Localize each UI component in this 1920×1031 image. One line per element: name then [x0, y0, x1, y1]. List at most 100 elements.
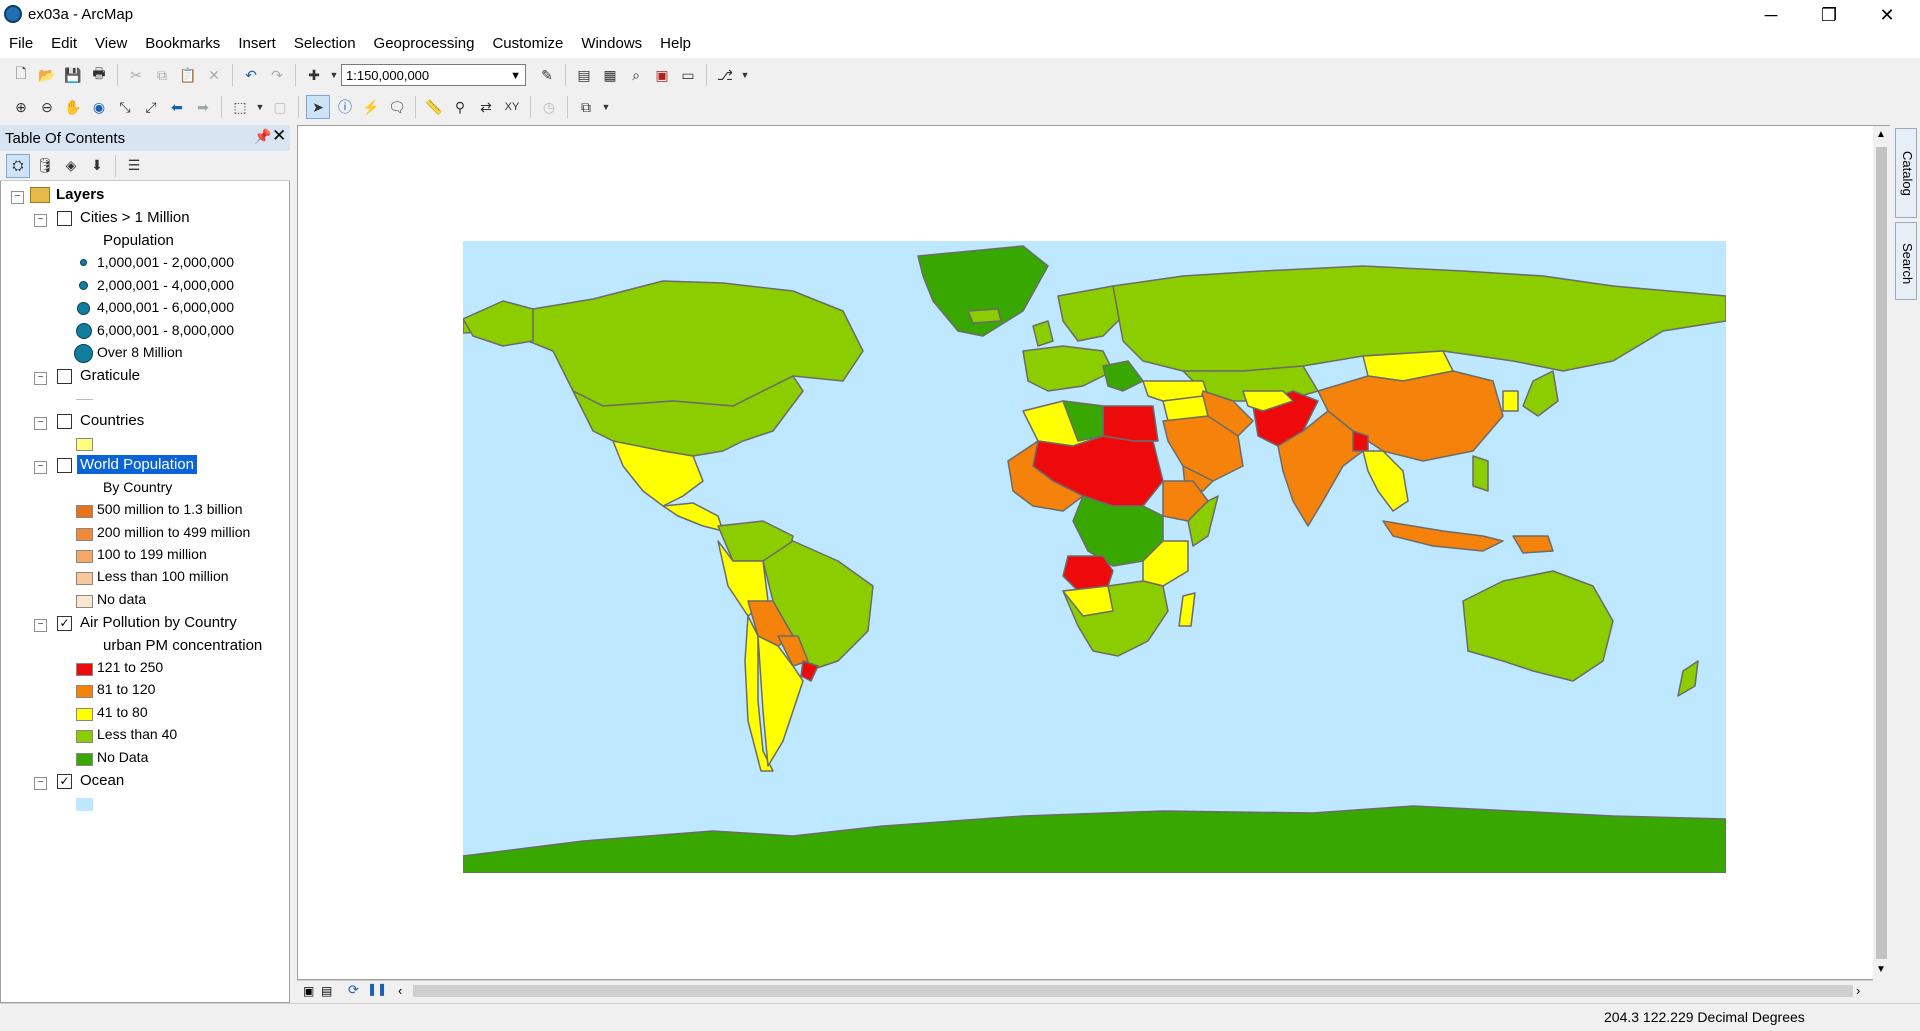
full-extent-globe-icon[interactable]: ◉	[88, 96, 110, 118]
world-population-visibility-checkbox[interactable]	[57, 458, 72, 473]
python-window-icon[interactable]: ▭	[677, 64, 699, 86]
pin-icon[interactable]: 📌	[254, 128, 271, 145]
list-by-visibility-icon[interactable]: ◈	[60, 155, 82, 177]
minimize-button[interactable]: ─	[1742, 0, 1800, 30]
air-pollution-visibility-checkbox[interactable]: ✓	[57, 616, 72, 631]
refresh-icon[interactable]: ⟳	[348, 982, 359, 998]
print-icon[interactable]: 🖶	[88, 64, 110, 86]
html-popup-icon[interactable]: 🗨	[386, 96, 408, 118]
select-features-icon[interactable]: ⬚	[229, 96, 251, 118]
layout-view-icon[interactable]: ▤	[321, 984, 332, 998]
chevron-down-icon[interactable]: ▼	[329, 64, 339, 86]
fixed-zoom-in-icon[interactable]: ⤡	[114, 96, 136, 118]
collapse-air-pollution-icon[interactable]: −	[34, 619, 47, 632]
list-by-selection-icon[interactable]: ⬇	[86, 155, 108, 177]
search-tab[interactable]: Search	[1895, 222, 1917, 300]
toolbar-options-icon[interactable]: ▼	[740, 64, 750, 86]
redo-icon[interactable]: ↷	[266, 64, 288, 86]
menu-geoprocessing[interactable]: Geoprocessing	[365, 30, 484, 58]
menu-file[interactable]: File	[0, 30, 42, 58]
table-of-contents-icon[interactable]: ▤	[573, 64, 595, 86]
menu-help[interactable]: Help	[651, 30, 700, 58]
catalog-tab[interactable]: Catalog	[1895, 128, 1917, 218]
layer-name-cities[interactable]: Cities > 1 Million	[80, 209, 190, 226]
clear-selection-icon[interactable]: ▢	[269, 96, 291, 118]
restore-button[interactable]: ❐	[1800, 0, 1858, 30]
paste-icon[interactable]: 📋	[177, 64, 199, 86]
create-viewer-window-icon[interactable]: ⧉	[575, 96, 597, 118]
menu-bookmarks[interactable]: Bookmarks	[136, 30, 229, 58]
map-scale-combobox[interactable]: 1:150,000,000 ▼	[341, 64, 526, 86]
scroll-down-icon[interactable]: ▼	[1876, 964, 1886, 975]
graticule-visibility-checkbox[interactable]	[57, 369, 72, 384]
go-to-xy-icon[interactable]: XY	[501, 96, 523, 118]
list-by-source-icon[interactable]: 🛢	[34, 155, 56, 177]
toc-layers-root[interactable]: Layers	[56, 186, 104, 203]
modelbuilder-icon[interactable]: ⎇	[714, 64, 736, 86]
forward-arrow-icon[interactable]: ➡	[192, 96, 214, 118]
cities-visibility-checkbox[interactable]	[57, 211, 72, 226]
editor-toolbar-icon[interactable]: ✎	[536, 64, 558, 86]
population-class-swatch	[76, 505, 93, 518]
chevron-down-icon[interactable]: ▼	[255, 96, 265, 118]
collapse-cities-icon[interactable]: −	[34, 214, 47, 227]
menu-insert[interactable]: Insert	[229, 30, 285, 58]
ocean-visibility-checkbox[interactable]: ✓	[57, 774, 72, 789]
horizontal-scroll-thumb[interactable]	[413, 985, 1853, 997]
search-window-icon[interactable]: ⌕	[625, 64, 647, 86]
layer-name-ocean[interactable]: Ocean	[80, 772, 124, 789]
find-binoculars-icon[interactable]: ⚲	[449, 96, 471, 118]
layer-name-air-pollution[interactable]: Air Pollution by Country	[80, 614, 237, 631]
zoom-out-icon[interactable]: ⊖	[36, 96, 58, 118]
vertical-scroll-thumb[interactable]	[1876, 147, 1887, 959]
arctoolbox-icon[interactable]: ▣	[651, 64, 673, 86]
time-slider-icon[interactable]: ◷	[538, 96, 560, 118]
measure-icon[interactable]: 📏	[423, 96, 445, 118]
collapse-layers-icon[interactable]: −	[11, 191, 24, 204]
pause-drawing-icon[interactable]: ❚❚	[367, 982, 387, 996]
select-elements-pointer-icon[interactable]: ➤	[306, 95, 330, 119]
data-view-icon[interactable]: ▣	[303, 984, 314, 998]
menu-windows[interactable]: Windows	[572, 30, 651, 58]
pan-hand-icon[interactable]: ✋	[62, 96, 84, 118]
toc-options-icon[interactable]: ☰	[123, 155, 145, 177]
open-folder-icon[interactable]: 📂	[36, 64, 58, 86]
collapse-countries-icon[interactable]: −	[34, 417, 47, 430]
layer-name-countries[interactable]: Countries	[80, 412, 144, 429]
catalog-window-icon[interactable]: ▦	[599, 64, 621, 86]
collapse-world-population-icon[interactable]: −	[34, 461, 47, 474]
hyperlink-icon[interactable]: ⚡	[360, 96, 382, 118]
scroll-right-icon[interactable]: ›	[1856, 983, 1860, 998]
toolbar-options-icon[interactable]: ▼	[601, 96, 611, 118]
toolbar-separator	[415, 96, 416, 118]
menu-view[interactable]: View	[86, 30, 136, 58]
countries-visibility-checkbox[interactable]	[57, 414, 72, 429]
cities-class-label: 6,000,001 - 8,000,000	[97, 322, 235, 338]
new-document-icon[interactable]: 🗋	[10, 64, 32, 86]
save-icon[interactable]: 💾	[62, 64, 84, 86]
find-route-icon[interactable]: ⇄	[475, 96, 497, 118]
collapse-graticule-icon[interactable]: −	[34, 372, 47, 385]
copy-icon[interactable]: ⧉	[151, 64, 173, 86]
fixed-zoom-out-icon[interactable]: ⤢	[140, 96, 162, 118]
list-by-drawing-order-icon[interactable]: ⛭	[6, 153, 30, 178]
identify-info-icon[interactable]: ⓘ	[334, 96, 356, 118]
toolbar-separator	[232, 64, 233, 86]
add-data-icon[interactable]: ✚	[303, 64, 325, 86]
zoom-in-icon[interactable]: ⊕	[10, 96, 32, 118]
scroll-up-icon[interactable]: ▲	[1876, 129, 1886, 140]
close-icon[interactable]: ✕	[272, 126, 286, 146]
collapse-ocean-icon[interactable]: −	[34, 777, 47, 790]
menu-customize[interactable]: Customize	[483, 30, 572, 58]
menu-selection[interactable]: Selection	[285, 30, 365, 58]
back-arrow-icon[interactable]: ⬅	[166, 96, 188, 118]
menu-edit[interactable]: Edit	[42, 30, 86, 58]
close-button[interactable]: ✕	[1858, 0, 1916, 30]
layer-name-graticule[interactable]: Graticule	[80, 367, 140, 384]
layer-name-world-population[interactable]: World Population	[77, 455, 197, 474]
world-map[interactable]	[463, 241, 1726, 873]
cut-icon[interactable]: ✂	[125, 64, 147, 86]
delete-icon[interactable]: ✕	[203, 64, 225, 86]
scroll-left-icon[interactable]: ‹	[398, 983, 402, 998]
undo-icon[interactable]: ↶	[240, 64, 262, 86]
